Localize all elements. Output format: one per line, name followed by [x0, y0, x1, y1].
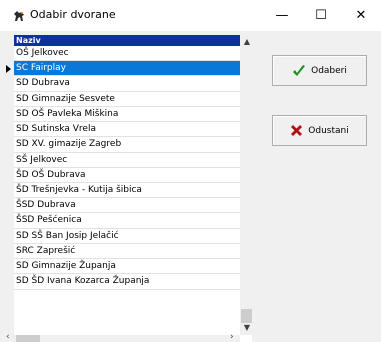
hall-name-cell[interactable]: ŠSD Pešćenica — [14, 213, 240, 229]
row-indicator[interactable] — [4, 259, 14, 275]
cross-icon — [290, 124, 303, 137]
table-row[interactable]: SD Dubrava — [4, 76, 240, 92]
row-indicator[interactable] — [4, 198, 14, 214]
row-indicator[interactable] — [4, 213, 14, 229]
row-indicator[interactable] — [4, 46, 14, 62]
row-indicator[interactable] — [4, 274, 14, 290]
row-indicator[interactable] — [4, 122, 14, 138]
hall-name-cell[interactable]: OŠ Jelkovec — [14, 46, 240, 62]
halls-grid[interactable]: Naziv OŠ Jelkovec SC Fairplay SD Dubrava SD… — [4, 35, 252, 342]
hall-name-cell[interactable]: SD Sutinska Vrela — [14, 122, 240, 138]
grid-rows: OŠ Jelkovec SC Fairplay SD Dubrava SD Gimna… — [4, 46, 240, 290]
column-header-naziv[interactable]: Naziv — [14, 35, 240, 46]
row-indicator[interactable] — [4, 137, 14, 153]
table-row[interactable]: ŠD OŠ Dubrava — [4, 167, 240, 183]
horizontal-scrollbar[interactable]: ‹ › — [4, 332, 240, 342]
hall-name-cell[interactable]: SC Fairplay — [14, 61, 240, 77]
row-indicator[interactable] — [4, 167, 14, 183]
window-title: Odabir dvorane — [30, 8, 116, 21]
row-indicator[interactable] — [4, 61, 14, 77]
hall-name-cell[interactable]: SD ŠD Ivana Kozarca Županja — [14, 274, 240, 290]
row-indicator[interactable] — [4, 106, 14, 123]
scroll-down-icon[interactable]: ▼ — [240, 321, 252, 335]
table-row[interactable]: ŠSD Pešćenica — [4, 213, 240, 229]
scroll-up-icon[interactable]: ▲ — [240, 35, 252, 49]
table-row[interactable]: OŠ Jelkovec — [4, 46, 240, 62]
row-indicator[interactable] — [4, 91, 14, 107]
table-row[interactable]: SD Sutinska Vrela — [4, 122, 240, 138]
hall-name-cell[interactable]: SD Dubrava — [14, 76, 240, 92]
hall-name-cell[interactable]: SŠ Jelkovec — [14, 153, 240, 168]
row-indicator[interactable] — [4, 243, 14, 260]
table-row[interactable]: SD XV. gimazije Zagreb — [4, 137, 240, 153]
table-row[interactable]: ŠD Trešnjevka - Kutija šibica — [4, 182, 240, 199]
table-row[interactable]: SD SŠ Ban Josip Jelačić — [4, 228, 240, 244]
minimize-button[interactable]: — — [262, 0, 302, 31]
select-button-label: Odaberi — [311, 65, 347, 76]
row-indicator[interactable] — [4, 182, 14, 199]
hall-name-cell[interactable]: SD OŠ Pavleka Miškina — [14, 107, 240, 123]
table-row[interactable]: SC Fairplay — [4, 61, 240, 77]
vertical-scrollbar[interactable]: ▲ ▼ — [240, 35, 252, 335]
cancel-button-label: Odustani — [308, 125, 349, 136]
close-button[interactable]: ✕ — [341, 0, 381, 31]
row-indicator[interactable] — [4, 76, 14, 92]
table-row[interactable]: SD Gimnazije Sesvete — [4, 91, 240, 107]
hall-name-cell[interactable]: ŠSD Dubrava — [14, 198, 240, 214]
title-bar: Odabir dvorane — ☐ ✕ — [0, 0, 381, 31]
select-button[interactable]: Odaberi — [272, 55, 367, 86]
hall-name-cell[interactable]: SRC Zaprešić — [14, 244, 240, 260]
hall-name-cell[interactable]: SD Gimnazije Sesvete — [14, 92, 240, 107]
hall-name-cell[interactable]: ŠD Trešnjevka - Kutija šibica — [14, 183, 240, 199]
checkmark-icon — [292, 64, 306, 78]
table-row[interactable]: SRC Zaprešić — [4, 243, 240, 260]
scroll-left-icon[interactable]: ‹ — [6, 332, 10, 342]
scroll-right-icon[interactable]: › — [230, 332, 234, 342]
table-row[interactable]: SD Gimnazije Županja — [4, 259, 240, 275]
hall-name-cell[interactable]: SD SŠ Ban Josip Jelačić — [14, 229, 240, 244]
row-indicator[interactable] — [4, 228, 14, 244]
table-row[interactable]: ŠSD Dubrava — [4, 198, 240, 214]
table-row[interactable]: SŠ Jelkovec — [4, 152, 240, 168]
current-row-arrow-icon — [6, 65, 11, 74]
horse-icon — [12, 9, 26, 23]
row-indicator[interactable] — [4, 152, 14, 168]
horizontal-scroll-thumb[interactable] — [16, 335, 40, 342]
hall-name-cell[interactable]: SD XV. gimazije Zagreb — [14, 137, 240, 153]
hall-name-cell[interactable]: SD Gimnazije Županja — [14, 259, 240, 275]
table-row[interactable]: SD ŠD Ivana Kozarca Županja — [4, 274, 240, 290]
hall-name-cell[interactable]: ŠD OŠ Dubrava — [14, 168, 240, 183]
maximize-button[interactable]: ☐ — [301, 0, 341, 31]
table-row[interactable]: SD OŠ Pavleka Miškina — [4, 106, 240, 123]
cancel-button[interactable]: Odustani — [272, 115, 367, 146]
